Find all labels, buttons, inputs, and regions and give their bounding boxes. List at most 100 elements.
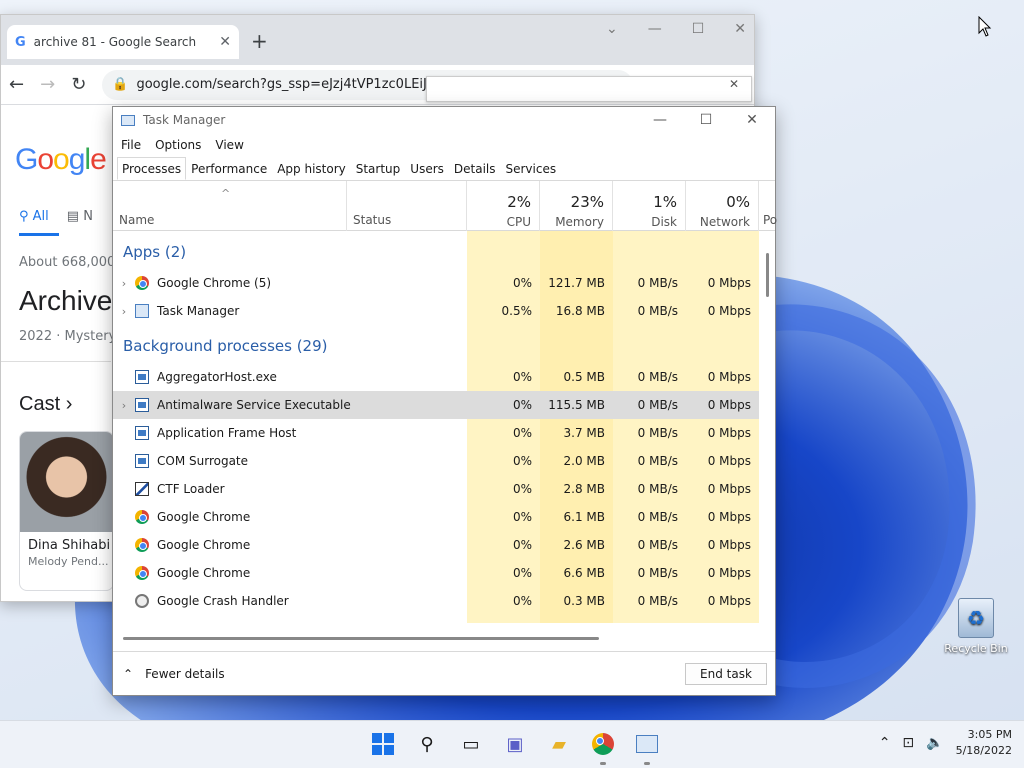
maximize-icon[interactable]: ☐: [692, 21, 705, 37]
process-row[interactable]: Google Chrome 0% 2.6 MB 0 MB/s 0 Mbps: [113, 531, 759, 559]
tab-strip: Processes Performance App history Startu…: [113, 157, 775, 181]
menu-file[interactable]: File: [121, 138, 141, 152]
task-manager-window[interactable]: Task Manager — ☐ ✕ File Options View Pro…: [112, 106, 777, 696]
process-row[interactable]: Google Chrome 0% 6.1 MB 0 MB/s 0 Mbps: [113, 503, 759, 531]
back-arrow-icon[interactable]: ←: [9, 74, 24, 95]
task-manager-taskbar-icon[interactable]: [632, 729, 662, 765]
task-manager-titlebar[interactable]: Task Manager — ☐ ✕: [113, 107, 775, 133]
tab-search-icon[interactable]: ⌄: [606, 21, 618, 37]
new-tab-button[interactable]: +: [251, 29, 268, 53]
close-icon[interactable]: ✕: [729, 112, 775, 128]
tab-performance[interactable]: Performance: [186, 157, 272, 180]
tab-details[interactable]: Details: [449, 157, 501, 180]
process-row[interactable]: Google Crash Handler 0% 0.3 MB 0 MB/s 0 Mbps: [113, 587, 759, 615]
memory-value: 115.5 MB: [548, 398, 605, 412]
column-disk[interactable]: 1% Disk: [613, 181, 686, 231]
minimize-icon[interactable]: —: [637, 112, 683, 128]
process-name: COM Surrogate: [157, 454, 249, 468]
process-name-cell: CTF Loader: [113, 475, 467, 503]
disk-value: 0 MB/s: [637, 426, 678, 440]
disk-value: 0 MB/s: [637, 304, 678, 318]
process-row[interactable]: Google Chrome 0% 6.6 MB 0 MB/s 0 Mbps: [113, 559, 759, 587]
file-explorer-icon[interactable]: ▰: [544, 729, 574, 759]
cpu-value: 0%: [512, 276, 532, 290]
process-row[interactable]: › Antimalware Service Executable 0% 115.5 M…: [113, 391, 759, 419]
chrome-tab-title: archive 81 - Google Search: [33, 35, 197, 49]
window-title: Task Manager: [143, 113, 226, 127]
close-tab-icon[interactable]: ✕: [219, 34, 231, 50]
memory-value: 2.0 MB: [563, 454, 605, 468]
expand-chevron-icon[interactable]: ›: [113, 399, 135, 412]
process-name-cell: Google Chrome: [113, 531, 467, 559]
app-window-icon: [135, 398, 149, 412]
volume-icon[interactable]: 🔈: [926, 735, 943, 751]
google-logo[interactable]: Google: [15, 143, 107, 177]
chat-icon[interactable]: ▣: [500, 729, 530, 759]
tab-startup[interactable]: Startup: [351, 157, 406, 180]
tab-all[interactable]: ⚲ All: [19, 209, 49, 224]
show-hidden-icons-chevron-icon[interactable]: ⌃: [879, 735, 891, 751]
task-view-icon[interactable]: ▭: [456, 729, 486, 759]
cpu-value: 0%: [512, 426, 532, 440]
end-task-button[interactable]: End task: [685, 662, 767, 685]
process-name: Google Chrome (5): [157, 276, 272, 290]
tab-app-history[interactable]: App history: [272, 157, 351, 180]
network-value: 0 Mbps: [707, 304, 751, 318]
process-name: Google Chrome: [157, 538, 251, 552]
group-apps: Apps (2): [123, 243, 187, 261]
column-network[interactable]: 0% Network: [686, 181, 759, 231]
tab-processes[interactable]: Processes: [117, 157, 187, 180]
recycle-bin-desktop-icon[interactable]: ♻ Recycle Bin: [938, 598, 1014, 655]
process-row[interactable]: CTF Loader 0% 2.8 MB 0 MB/s 0 Mbps: [113, 475, 759, 503]
column-status[interactable]: Status: [347, 181, 467, 231]
column-name[interactable]: Name: [113, 181, 347, 231]
expand-chevron-icon[interactable]: ›: [113, 277, 135, 290]
menu-view[interactable]: View: [215, 138, 243, 152]
process-row[interactable]: › Task Manager 0.5% 16.8 MB 0 MB/s 0 Mbps: [113, 297, 759, 325]
tab-services[interactable]: Services: [501, 157, 562, 180]
process-row[interactable]: › Google Chrome (5) 0% 121.7 MB 0 MB/s 0 Mbps: [113, 269, 759, 297]
search-icon[interactable]: ⚲: [412, 729, 442, 759]
scrollbar-thumb[interactable]: [766, 253, 769, 297]
maximize-icon[interactable]: ☐: [683, 112, 729, 128]
process-row[interactable]: COM Surrogate 0% 2.0 MB 0 MB/s 0 Mbps: [113, 447, 759, 475]
process-row[interactable]: AggregatorHost.exe 0% 0.5 MB 0 MB/s 0 Mbps: [113, 363, 759, 391]
clock[interactable]: 3:05 PM 5/18/2022: [956, 727, 1012, 759]
minimize-icon[interactable]: —: [648, 21, 662, 37]
chrome-taskbar-icon[interactable]: [588, 729, 618, 765]
tab-users[interactable]: Users: [405, 157, 449, 180]
cast-name: Dina Shihabi: [28, 538, 111, 553]
recycle-bin-icon: ♻: [958, 598, 994, 638]
process-name-cell: Google Crash Handler: [113, 587, 467, 615]
column-power[interactable]: Po: [759, 181, 777, 231]
cpu-value: 0%: [512, 538, 532, 552]
close-icon[interactable]: ✕: [729, 77, 739, 91]
cast-heading[interactable]: Cast ›: [19, 393, 72, 416]
crash-handler-icon: [135, 594, 149, 608]
chrome-tab-strip: G archive 81 - Google Search ✕ + ⌄ — ☐ ✕: [1, 15, 754, 65]
cast-card[interactable]: Dina Shihabi Melody Pend...: [19, 431, 114, 591]
close-icon[interactable]: ✕: [734, 21, 746, 37]
start-button[interactable]: [368, 729, 398, 759]
process-row[interactable]: Application Frame Host 0% 3.7 MB 0 MB/s 0 Mb…: [113, 419, 759, 447]
fewer-details-button[interactable]: ⌃ Fewer details: [123, 667, 225, 681]
forward-arrow-icon[interactable]: →: [40, 74, 55, 95]
tab-news[interactable]: ▤ N: [67, 209, 93, 224]
chrome-tab[interactable]: G archive 81 - Google Search ✕: [7, 25, 239, 59]
results-count: About 668,000: [19, 255, 116, 270]
column-memory[interactable]: 23% Memory: [540, 181, 613, 231]
expand-chevron-icon[interactable]: ›: [113, 305, 135, 318]
column-header: ^ Name Status 2% CPU 23% Memory 1% Disk …: [113, 181, 777, 231]
horizontal-scrollbar[interactable]: [123, 637, 599, 640]
window-controls: — ☐ ✕: [637, 112, 775, 128]
reload-icon[interactable]: ↻: [71, 74, 86, 95]
column-cpu[interactable]: 2% CPU: [467, 181, 540, 231]
network-icon[interactable]: ⊡: [902, 735, 914, 751]
app-window-icon: [135, 454, 149, 468]
vertical-scrollbar[interactable]: [763, 253, 771, 589]
divider: [1, 361, 111, 362]
chrome-icon: [135, 276, 149, 290]
menu-options[interactable]: Options: [155, 138, 201, 152]
process-list[interactable]: Apps (2) Background processes (29) › Goog…: [113, 231, 775, 623]
app-window-icon: [135, 426, 149, 440]
